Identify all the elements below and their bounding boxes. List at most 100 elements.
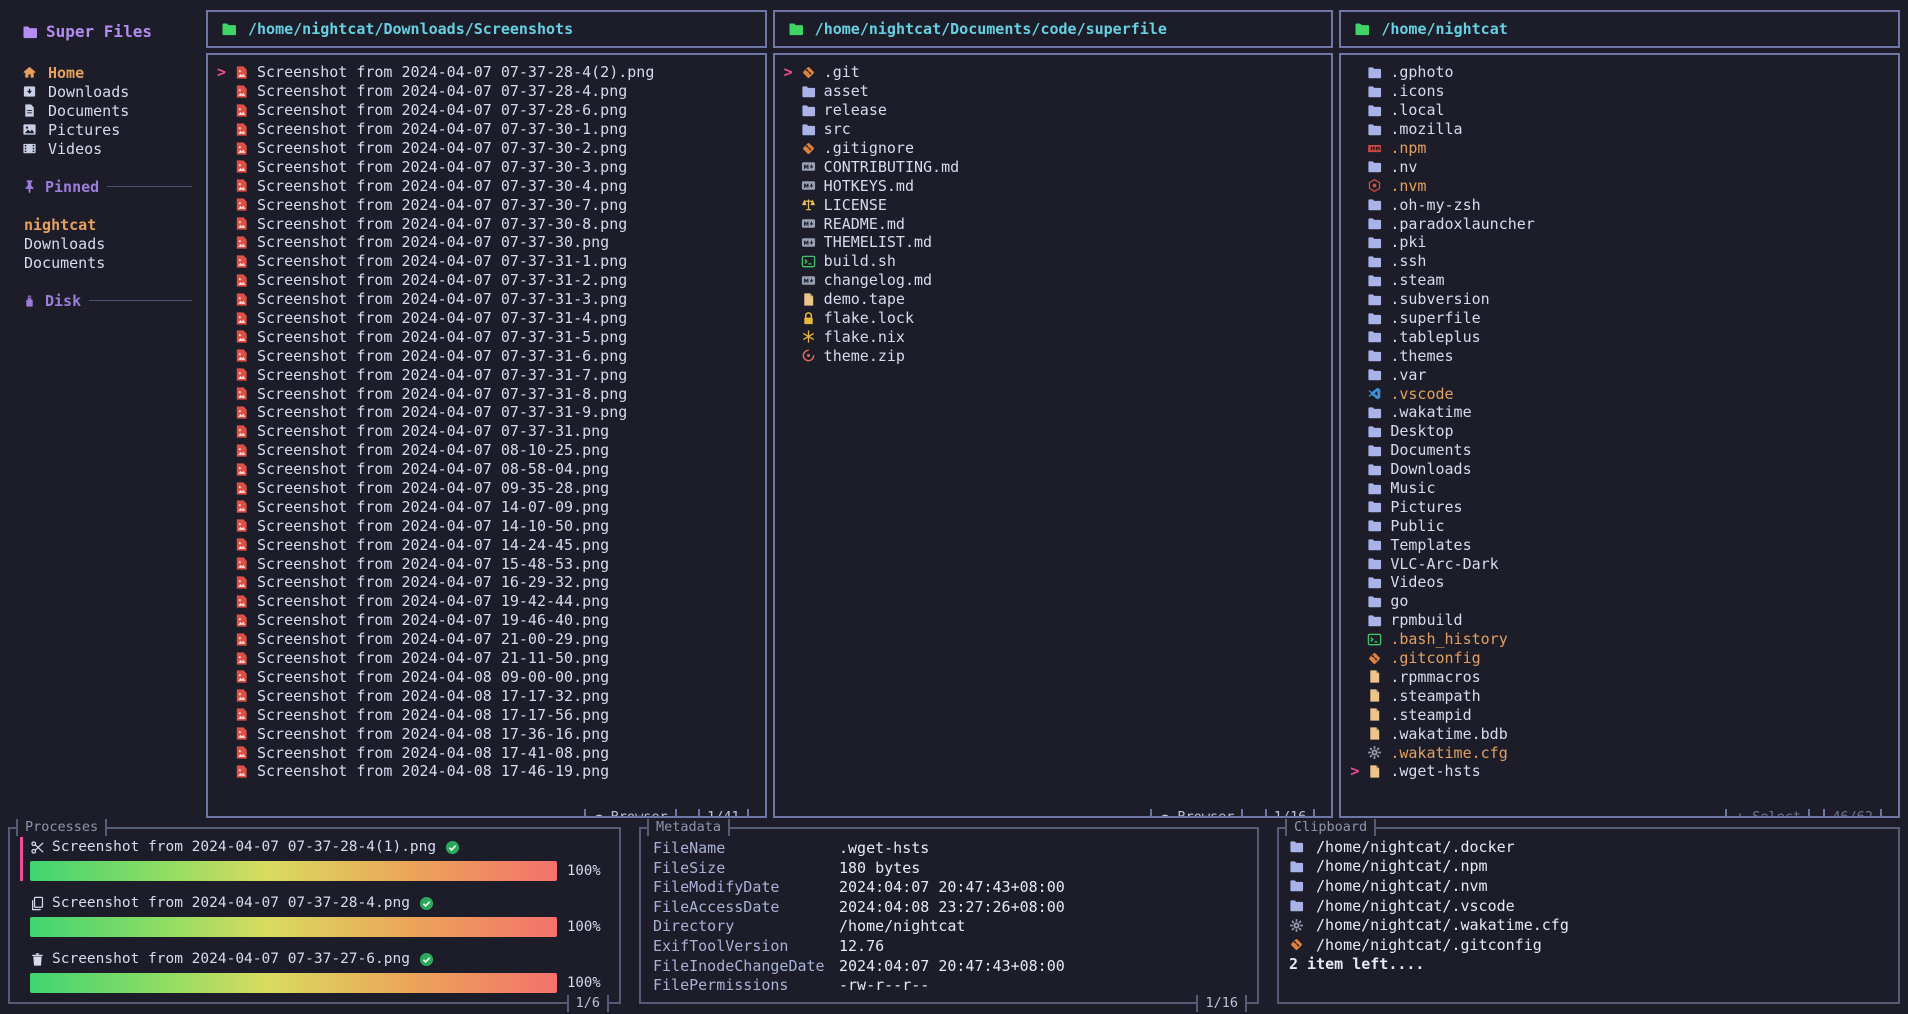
file-row[interactable]: demo.tape: [775, 290, 1332, 309]
file-row[interactable]: .tableplus: [1341, 327, 1898, 346]
file-row[interactable]: Screenshot from 2024-04-07 21-11-50.png: [208, 649, 765, 668]
file-row[interactable]: .icons: [1341, 82, 1898, 101]
file-row[interactable]: Downloads: [1341, 460, 1898, 479]
file-row[interactable]: Screenshot from 2024-04-07 07-37-30.png: [208, 233, 765, 252]
file-row[interactable]: flake.lock: [775, 309, 1332, 328]
file-row[interactable]: changelog.md: [775, 271, 1332, 290]
sidebar-item-videos[interactable]: Videos: [22, 139, 196, 158]
file-row[interactable]: .subversion: [1341, 290, 1898, 309]
file-row[interactable]: Screenshot from 2024-04-07 14-24-45.png: [208, 535, 765, 554]
file-row[interactable]: .local: [1341, 101, 1898, 120]
file-row[interactable]: Screenshot from 2024-04-08 17-17-56.png: [208, 705, 765, 724]
file-row[interactable]: Screenshot from 2024-04-07 09-35-28.png: [208, 479, 765, 498]
file-row[interactable]: go: [1341, 592, 1898, 611]
file-row[interactable]: Screenshot from 2024-04-08 17-46-19.png: [208, 762, 765, 781]
file-row[interactable]: Screenshot from 2024-04-07 19-46-40.png: [208, 611, 765, 630]
file-row[interactable]: Screenshot from 2024-04-07 08-10-25.png: [208, 441, 765, 460]
file-row[interactable]: .gphoto: [1341, 63, 1898, 82]
file-row[interactable]: Screenshot from 2024-04-07 07-37-31-7.pn…: [208, 365, 765, 384]
file-list[interactable]: >.gitassetreleasesrc.gitignoreCONTRIBUTI…: [773, 53, 1334, 818]
file-row[interactable]: Screenshot from 2024-04-07 21-00-29.png: [208, 630, 765, 649]
file-list[interactable]: >Screenshot from 2024-04-07 07-37-28-4(2…: [206, 53, 767, 818]
file-row[interactable]: flake.nix: [775, 327, 1332, 346]
file-row[interactable]: Screenshot from 2024-04-07 07-37-31-4.pn…: [208, 309, 765, 328]
file-row[interactable]: .superfile: [1341, 309, 1898, 328]
file-row[interactable]: Screenshot from 2024-04-07 07-37-30-1.pn…: [208, 120, 765, 139]
file-row[interactable]: .themes: [1341, 346, 1898, 365]
sidebar-pinned-item[interactable]: Documents: [22, 253, 196, 272]
file-row[interactable]: Screenshot from 2024-04-07 07-37-30-3.pn…: [208, 157, 765, 176]
file-row[interactable]: .gitconfig: [1341, 649, 1898, 668]
file-row[interactable]: .bash_history: [1341, 630, 1898, 649]
file-row[interactable]: Desktop: [1341, 422, 1898, 441]
file-row[interactable]: .wakatime: [1341, 403, 1898, 422]
file-row[interactable]: Screenshot from 2024-04-07 07-37-30-4.pn…: [208, 176, 765, 195]
file-row[interactable]: Screenshot from 2024-04-07 07-37-30-7.pn…: [208, 195, 765, 214]
file-row[interactable]: Screenshot from 2024-04-07 16-29-32.png: [208, 573, 765, 592]
file-row[interactable]: Screenshot from 2024-04-07 07-37-28-4.pn…: [208, 82, 765, 101]
file-row[interactable]: Screenshot from 2024-04-07 15-48-53.png: [208, 554, 765, 573]
file-row[interactable]: Screenshot from 2024-04-07 07-37-31.png: [208, 422, 765, 441]
file-row[interactable]: .paradoxlauncher: [1341, 214, 1898, 233]
file-row[interactable]: asset: [775, 82, 1332, 101]
file-row[interactable]: >.git: [775, 63, 1332, 82]
file-row[interactable]: .oh-my-zsh: [1341, 195, 1898, 214]
file-row[interactable]: Screenshot from 2024-04-07 07-37-31-1.pn…: [208, 252, 765, 271]
file-row[interactable]: HOTKEYS.md: [775, 176, 1332, 195]
file-row[interactable]: Screenshot from 2024-04-07 07-37-30-2.pn…: [208, 139, 765, 158]
sidebar-pinned-item[interactable]: Downloads: [22, 234, 196, 253]
file-row[interactable]: Screenshot from 2024-04-08 17-41-08.png: [208, 743, 765, 762]
file-row[interactable]: Screenshot from 2024-04-07 07-37-31-6.pn…: [208, 346, 765, 365]
file-row[interactable]: THEMELIST.md: [775, 233, 1332, 252]
file-row[interactable]: VLC-Arc-Dark: [1341, 554, 1898, 573]
file-row[interactable]: Screenshot from 2024-04-07 08-58-04.png: [208, 460, 765, 479]
file-row[interactable]: Screenshot from 2024-04-07 07-37-30-8.pn…: [208, 214, 765, 233]
file-row[interactable]: .rpmmacros: [1341, 668, 1898, 687]
file-row[interactable]: Screenshot from 2024-04-07 14-10-50.png: [208, 516, 765, 535]
process-item[interactable]: Screenshot from 2024-04-07 07-37-28-4(1)…: [20, 837, 607, 881]
file-row[interactable]: .wakatime.cfg: [1341, 743, 1898, 762]
file-row[interactable]: build.sh: [775, 252, 1332, 271]
file-row[interactable]: rpmbuild: [1341, 611, 1898, 630]
file-row[interactable]: CONTRIBUTING.md: [775, 157, 1332, 176]
file-row[interactable]: Screenshot from 2024-04-07 07-37-31-9.pn…: [208, 403, 765, 422]
process-item[interactable]: Screenshot from 2024-04-07 07-37-28-4.pn…: [20, 893, 607, 937]
sidebar-item-downloads[interactable]: Downloads: [22, 82, 196, 101]
file-row[interactable]: release: [775, 101, 1332, 120]
file-row[interactable]: Templates: [1341, 535, 1898, 554]
file-row[interactable]: Screenshot from 2024-04-07 14-07-09.png: [208, 497, 765, 516]
file-row[interactable]: .steampid: [1341, 705, 1898, 724]
file-row[interactable]: LICENSE: [775, 195, 1332, 214]
file-row[interactable]: Screenshot from 2024-04-07 07-37-31-5.pn…: [208, 327, 765, 346]
file-row[interactable]: Screenshot from 2024-04-08 17-17-32.png: [208, 686, 765, 705]
file-row[interactable]: Videos: [1341, 573, 1898, 592]
file-row[interactable]: Screenshot from 2024-04-08 17-36-16.png: [208, 724, 765, 743]
file-row[interactable]: .npm: [1341, 139, 1898, 158]
file-row[interactable]: Pictures: [1341, 497, 1898, 516]
file-row[interactable]: .wakatime.bdb: [1341, 724, 1898, 743]
file-row[interactable]: Music: [1341, 479, 1898, 498]
file-row[interactable]: Public: [1341, 516, 1898, 535]
file-row[interactable]: theme.zip: [775, 346, 1332, 365]
file-row[interactable]: .pki: [1341, 233, 1898, 252]
file-list[interactable]: .gphoto.icons.local.mozilla.npm.nv.nvm.o…: [1339, 53, 1900, 818]
file-row[interactable]: Screenshot from 2024-04-07 19-42-44.png: [208, 592, 765, 611]
sidebar-item-pictures[interactable]: Pictures: [22, 120, 196, 139]
file-row[interactable]: .gitignore: [775, 139, 1332, 158]
sidebar-pinned-item[interactable]: nightcat: [22, 215, 196, 234]
file-row[interactable]: .nv: [1341, 157, 1898, 176]
file-row[interactable]: Screenshot from 2024-04-07 07-37-31-8.pn…: [208, 384, 765, 403]
file-row[interactable]: Screenshot from 2024-04-07 07-37-31-3.pn…: [208, 290, 765, 309]
sidebar-item-documents[interactable]: Documents: [22, 101, 196, 120]
file-row[interactable]: .mozilla: [1341, 120, 1898, 139]
file-row[interactable]: .steam: [1341, 271, 1898, 290]
file-row[interactable]: >.wget-hsts: [1341, 762, 1898, 781]
file-row[interactable]: .ssh: [1341, 252, 1898, 271]
file-row[interactable]: Documents: [1341, 441, 1898, 460]
file-row[interactable]: Screenshot from 2024-04-08 09-00-00.png: [208, 668, 765, 687]
file-row[interactable]: .nvm: [1341, 176, 1898, 195]
file-row[interactable]: README.md: [775, 214, 1332, 233]
file-row[interactable]: .vscode: [1341, 384, 1898, 403]
process-item[interactable]: Screenshot from 2024-04-07 07-37-27-6.pn…: [20, 949, 607, 993]
file-row[interactable]: .steampath: [1341, 686, 1898, 705]
